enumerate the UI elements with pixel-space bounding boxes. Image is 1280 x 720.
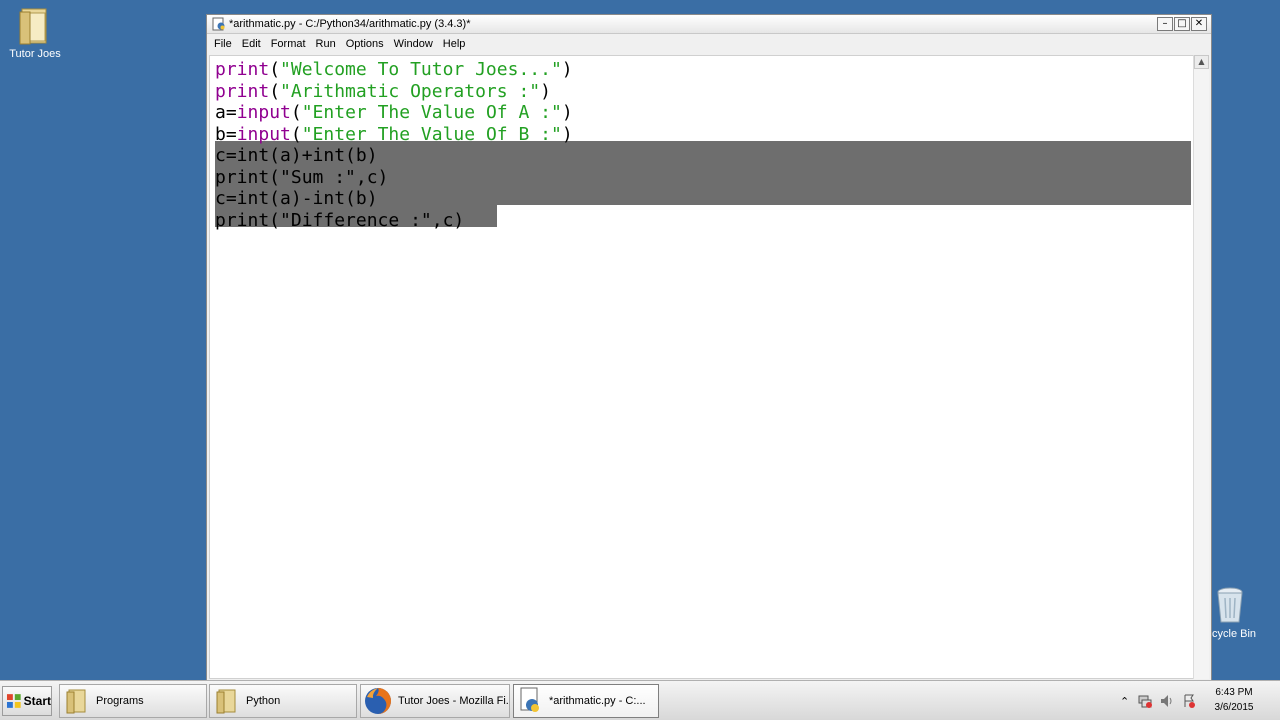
desktop-icon-label: Tutor Joes <box>9 48 61 60</box>
code-line: print("Difference :",c) <box>215 210 464 232</box>
code-token: c=int(a)+int(b) <box>215 145 378 166</box>
network-icon[interactable] <box>1137 693 1153 709</box>
python-file-icon <box>520 687 539 712</box>
action-center-icon[interactable] <box>1181 693 1197 709</box>
taskbar-button-label: *arithmatic.py - C:... <box>549 695 646 707</box>
code-token: "Welcome To Tutor Joes..." <box>280 59 562 80</box>
code-line: a=input("Enter The Value Of A :") <box>215 102 573 124</box>
code-token: print <box>215 80 270 102</box>
taskbar-button-python[interactable]: Python <box>209 684 357 718</box>
code-token: print <box>215 59 270 80</box>
start-button[interactable]: Start <box>2 686 52 716</box>
code-line: print("Arithmatic Operators :") <box>215 81 551 103</box>
code-token: ) <box>561 59 573 80</box>
desktop-icon-label: cycle Bin <box>1212 628 1257 640</box>
code-token: a= <box>215 102 237 123</box>
clock-date: 3/6/2015 <box>1214 702 1254 713</box>
menu-format[interactable]: Format <box>271 38 306 50</box>
taskbar-button-label: Programs <box>96 695 144 707</box>
code-token: ( <box>290 102 302 123</box>
menu-window[interactable]: Window <box>394 38 433 50</box>
tray-expand-icon[interactable]: ⌃ <box>1120 695 1129 708</box>
taskbar-button-idle[interactable]: *arithmatic.py - C:... <box>513 684 659 718</box>
code-token: "Arithmatic Operators :" <box>280 80 541 102</box>
code-token: ( <box>269 59 281 80</box>
code-token: ) <box>540 80 551 102</box>
window-controls: – □ ✕ <box>1157 17 1207 31</box>
folder-icon <box>216 689 236 714</box>
menu-edit[interactable]: Edit <box>242 38 261 50</box>
code-token: ) <box>561 123 573 145</box>
windows-logo-icon <box>6 694 21 708</box>
code-token: ) <box>561 102 573 123</box>
code-line: print("Sum :",c) <box>215 167 388 189</box>
code-token: ( <box>290 123 302 145</box>
code-token: input <box>236 102 291 123</box>
code-token: input <box>236 123 291 145</box>
code-token: print("Difference :",c) <box>215 209 465 231</box>
code-token: ( <box>269 80 281 102</box>
menu-run[interactable]: Run <box>316 38 336 50</box>
folder-icon <box>19 8 47 45</box>
vertical-scrollbar[interactable]: ▲ <box>1193 55 1209 679</box>
clock-time: 6:43 PM <box>1215 687 1253 698</box>
code-token: "Enter The Value Of B :" <box>301 123 562 145</box>
taskbar-button-firefox[interactable]: Tutor Joes - Mozilla Fi... <box>360 684 510 718</box>
code-line: c=int(a)+int(b) <box>215 145 378 167</box>
taskbar-button-programs[interactable]: Programs <box>59 684 207 718</box>
python-file-icon <box>212 17 225 31</box>
taskbar: Start Programs Python Tutor Joes - Mozil… <box>0 680 1280 720</box>
code-token: c=int(a)-int(b) <box>215 188 378 209</box>
recycle-bin-icon <box>1217 587 1243 623</box>
folder-icon <box>66 689 86 714</box>
code-token: "Enter The Value Of A :" <box>301 102 562 123</box>
code-line: c=int(a)-int(b) <box>215 188 378 210</box>
code-editor[interactable]: print("Welcome To Tutor Joes...") print("… <box>209 55 1195 679</box>
minimize-button[interactable]: – <box>1157 17 1173 31</box>
taskbar-clock[interactable]: 6:43 PM 3/6/2015 <box>1206 685 1262 715</box>
volume-icon[interactable] <box>1159 693 1175 709</box>
scroll-up-icon[interactable]: ▲ <box>1194 55 1209 69</box>
window-title: *arithmatic.py - C:/Python34/arithmatic.… <box>229 18 471 30</box>
menu-help[interactable]: Help <box>443 38 466 50</box>
code-token: b= <box>215 123 237 145</box>
code-line: print("Welcome To Tutor Joes...") <box>215 59 573 81</box>
desktop-icon-tutor-joes[interactable]: Tutor Joes <box>0 6 70 60</box>
code-line: b=input("Enter The Value Of B :") <box>215 124 573 146</box>
code-token: print("Sum :",c) <box>215 166 389 188</box>
menu-file[interactable]: File <box>214 38 232 50</box>
window-titlebar[interactable]: *arithmatic.py - C:/Python34/arithmatic.… <box>207 15 1211 34</box>
maximize-button[interactable]: □ <box>1174 17 1190 31</box>
menu-options[interactable]: Options <box>346 38 384 50</box>
start-label: Start <box>23 694 51 708</box>
taskbar-button-label: Tutor Joes - Mozilla Fi... <box>398 695 510 707</box>
menu-bar: File Edit Format Run Options Window Help <box>207 35 1211 53</box>
firefox-icon <box>365 688 391 714</box>
idle-editor-window: *arithmatic.py - C:/Python34/arithmatic.… <box>206 14 1212 682</box>
close-button[interactable]: ✕ <box>1191 17 1207 31</box>
taskbar-button-label: Python <box>246 695 281 707</box>
